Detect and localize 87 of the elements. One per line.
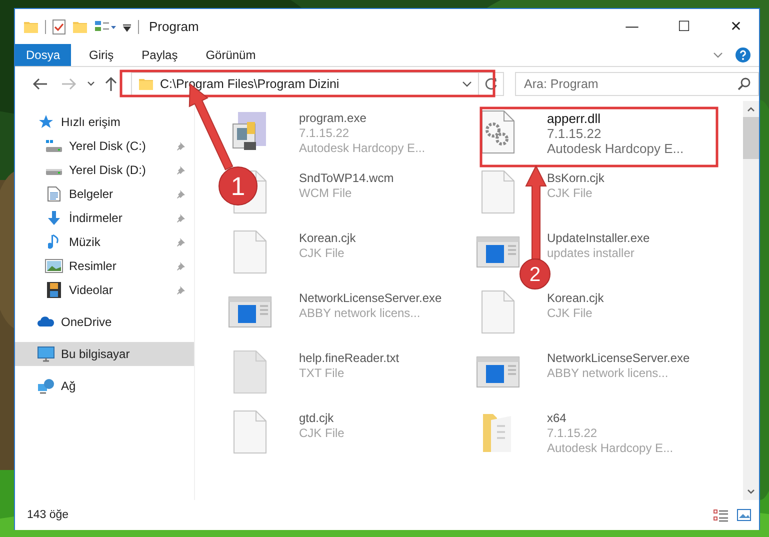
network-icon bbox=[37, 378, 55, 394]
sidebar-item[interactable]: Yerel Disk (C:) bbox=[15, 134, 194, 158]
checklist-icon bbox=[52, 18, 66, 34]
sidebar-item[interactable]: Yerel Disk (D:) bbox=[15, 158, 194, 182]
sidebar-item[interactable]: OneDrive bbox=[15, 310, 194, 334]
file-detail: Autodesk Hardcopy E... bbox=[299, 141, 426, 156]
file-name[interactable]: NetworkLicenseServer.exe bbox=[299, 291, 442, 306]
details-view-icon[interactable] bbox=[713, 508, 729, 522]
file-name[interactable]: program.exe bbox=[299, 111, 426, 126]
file-name[interactable]: apperr.dll bbox=[547, 111, 684, 126]
item-count: 143 öğe bbox=[27, 509, 70, 521]
folder-icon bbox=[138, 77, 154, 91]
drive-icon bbox=[45, 139, 63, 153]
maximize-button[interactable]: ☐ bbox=[661, 9, 707, 44]
file-name[interactable]: Korean.cjk bbox=[299, 231, 356, 246]
file-menu-button[interactable]: Dosya bbox=[15, 44, 71, 66]
document-icon bbox=[233, 410, 267, 454]
help-icon[interactable] bbox=[735, 47, 751, 63]
minimize-button[interactable]: — bbox=[609, 9, 655, 44]
ribbon-tab[interactable]: Giriş bbox=[75, 44, 128, 66]
file-detail: CJK File bbox=[547, 186, 594, 201]
folder-icon bbox=[72, 20, 88, 34]
up-arrow-icon[interactable] bbox=[104, 76, 118, 92]
down-arrow-icon bbox=[46, 210, 62, 226]
file-name[interactable]: SndToWP14.wcm bbox=[299, 171, 394, 186]
file-detail: CJK File bbox=[299, 246, 346, 261]
file-detail: WCM File bbox=[299, 186, 353, 201]
file-detail: ABBY network licens... bbox=[547, 366, 670, 381]
search-field[interactable]: Ara: Program bbox=[515, 72, 759, 96]
scrollbar-thumb[interactable] bbox=[743, 117, 759, 159]
monitor-icon bbox=[37, 346, 55, 362]
document-icon bbox=[481, 170, 515, 214]
search-icon bbox=[737, 77, 751, 91]
properties-icon bbox=[94, 20, 116, 34]
file-detail: updates installer bbox=[547, 246, 636, 261]
file-name[interactable]: help.fineReader.txt bbox=[299, 351, 400, 366]
back-arrow-icon[interactable] bbox=[32, 77, 48, 91]
file-detail: 7.1.15.22 bbox=[299, 126, 350, 141]
file-detail: Autodesk Hardcopy E... bbox=[547, 141, 684, 156]
sidebar-item[interactable]: Hızlı erişim bbox=[15, 110, 194, 134]
settings-file-icon bbox=[481, 110, 515, 154]
file-detail: 7.1.15.22 bbox=[547, 126, 602, 141]
file-name[interactable]: Korean.cjk bbox=[547, 291, 604, 306]
folder-icon bbox=[23, 20, 39, 34]
sidebar-item[interactable]: Ağ bbox=[15, 374, 194, 398]
file-name[interactable]: x64 bbox=[547, 411, 674, 426]
file-name[interactable]: UpdateInstaller.exe bbox=[547, 231, 650, 246]
music-note-icon bbox=[48, 234, 60, 250]
step-badge: 1 bbox=[218, 166, 258, 206]
sidebar-item[interactable]: Belgeler bbox=[15, 182, 194, 206]
expand-ribbon-icon[interactable] bbox=[713, 52, 723, 58]
star-icon bbox=[38, 114, 54, 130]
dropdown-arrow-icon bbox=[122, 22, 132, 32]
chevron-down-icon[interactable] bbox=[87, 81, 95, 87]
sidebar-item[interactable]: İndirmeler bbox=[15, 206, 194, 230]
step-badge: 2 bbox=[520, 258, 550, 290]
application-window-icon bbox=[476, 356, 520, 388]
file-name[interactable]: BsKorn.cjk bbox=[547, 171, 604, 186]
application-window-icon bbox=[228, 296, 272, 328]
document-icon bbox=[233, 350, 267, 394]
close-button[interactable]: ✕ bbox=[713, 9, 759, 44]
scrollbar[interactable] bbox=[743, 101, 759, 500]
chevron-down-icon[interactable] bbox=[462, 81, 472, 87]
sidebar-item[interactable]: Videolar bbox=[15, 278, 194, 302]
file-detail: Autodesk Hardcopy E... bbox=[547, 441, 674, 456]
sidebar-item[interactable]: Bu bilgisayar bbox=[15, 342, 194, 366]
sidebar-item[interactable]: Resimler bbox=[15, 254, 194, 278]
file-name[interactable]: NetworkLicenseServer.exe bbox=[547, 351, 690, 366]
film-icon bbox=[46, 282, 62, 298]
window-title: Program bbox=[149, 19, 200, 34]
document-icon bbox=[233, 230, 267, 274]
file-detail: ABBY network licens... bbox=[299, 306, 422, 321]
file-detail: TXT File bbox=[299, 366, 346, 381]
cloud-icon bbox=[37, 316, 55, 328]
large-icons-view-icon[interactable] bbox=[737, 509, 751, 521]
image-icon bbox=[45, 259, 63, 273]
file-name[interactable]: gtd.cjk bbox=[299, 411, 344, 426]
sidebar-item[interactable]: Müzik bbox=[15, 230, 194, 254]
document-icon bbox=[481, 290, 515, 334]
refresh-icon[interactable] bbox=[484, 77, 498, 91]
ribbon-tab[interactable]: Paylaş bbox=[128, 44, 192, 66]
file-detail: CJK File bbox=[299, 426, 344, 441]
application-window-icon bbox=[476, 236, 520, 268]
file-detail: CJK File bbox=[547, 306, 594, 321]
document-icon bbox=[47, 186, 61, 202]
file-detail: 7.1.15.22 bbox=[547, 426, 598, 441]
ribbon-tab[interactable]: Görünüm bbox=[192, 44, 270, 66]
